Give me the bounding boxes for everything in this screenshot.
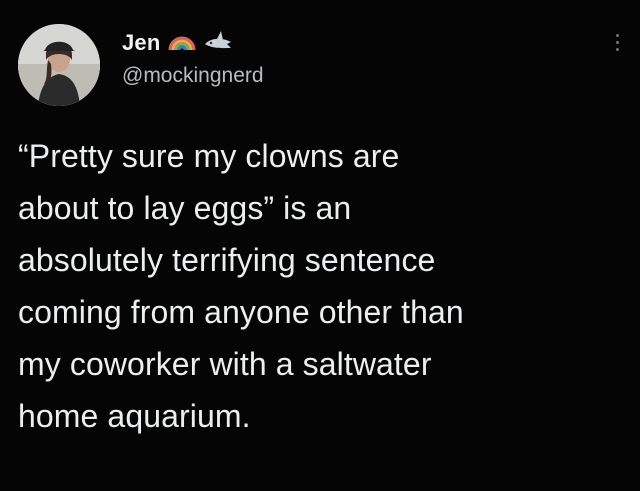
- rainbow-icon: [167, 30, 197, 57]
- display-name-row: Jen: [122, 28, 264, 58]
- more-options-icon[interactable]: [612, 34, 622, 62]
- shark-icon: [203, 30, 233, 57]
- tweet-text-line: about to lay eggs” is an: [18, 190, 352, 226]
- user-names: Jen @mockingnerd: [122, 28, 264, 88]
- tweet-header: Jen @mockingnerd: [18, 20, 622, 110]
- tweet-text-line: “Pretty sure my clowns are: [18, 138, 400, 174]
- tweet-card: Jen @mockingnerd “Pretty sure my clowns …: [0, 0, 640, 491]
- tweet-text-line: home aquarium.: [18, 398, 251, 434]
- user-handle[interactable]: @mockingnerd: [122, 64, 264, 88]
- tweet-text: “Pretty sure my clowns are about to lay …: [18, 130, 628, 442]
- tweet-text-line: my coworker with a saltwater: [18, 346, 432, 382]
- display-name[interactable]: Jen: [122, 30, 161, 56]
- avatar[interactable]: [18, 24, 100, 106]
- tweet-text-line: absolutely terrifying sentence: [18, 242, 436, 278]
- tweet-text-line: coming from anyone other than: [18, 294, 464, 330]
